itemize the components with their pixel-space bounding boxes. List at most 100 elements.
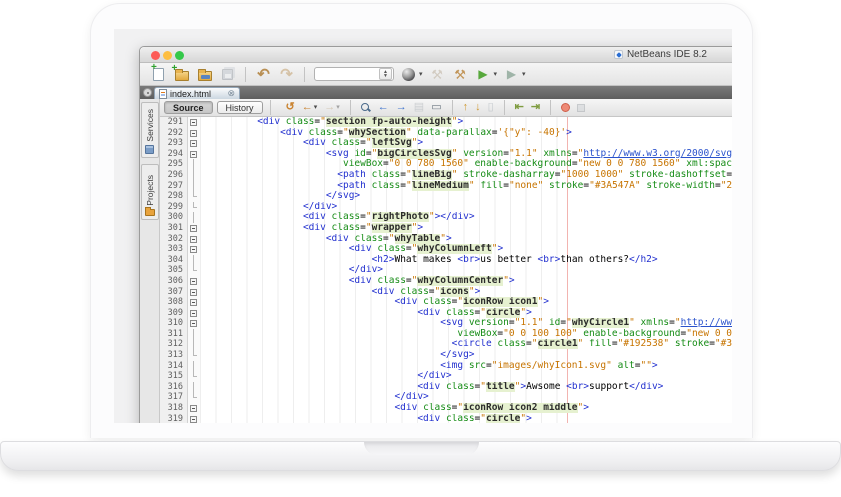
window-titlebar[interactable]: NetBeans IDE 8.2 [140,47,732,63]
chevron-down-icon[interactable]: ▾ [336,104,340,111]
debug-project-icon[interactable] [503,66,520,83]
minimize-window-button[interactable] [163,51,172,60]
back-icon[interactable]: ▾ [302,102,318,113]
new-file-button[interactable] [150,66,167,83]
document-list-button[interactable] [143,88,152,97]
fold-collapse-icon[interactable] [190,416,197,423]
fold-margin[interactable] [188,234,200,245]
build-project-icon[interactable] [429,66,446,83]
fold-margin[interactable] [188,223,200,234]
code-line-301: 301<div class="wrapper"> [160,223,732,234]
build-project-button[interactable] [429,66,446,83]
fold-margin[interactable] [188,276,200,287]
code-text: <div class="section fp-auto-height"> [200,117,732,128]
combobox-stepper-icon[interactable]: ▲▼ [379,68,392,80]
debug-project-button[interactable]: ▾ [503,66,526,83]
open-project-icon[interactable] [196,66,213,83]
configuration-combobox[interactable]: ▲▼ [314,67,394,81]
close-icon[interactable]: ⊗ [227,89,235,98]
browser-select-button[interactable]: ▾ [400,66,423,83]
laptop-screen: NetBeans IDE 8.2 ▲▼ ▾ ▾ ▾ index.html ⊗ Serv… [114,29,732,423]
fold-collapse-icon[interactable] [190,236,197,243]
fold-collapse-icon[interactable] [190,299,197,306]
fold-collapse-icon[interactable] [190,278,197,285]
toolbar-separator [350,100,351,115]
fold-margin[interactable] [188,414,200,423]
fold-collapse-icon[interactable] [190,405,197,412]
fold-collapse-icon[interactable] [190,246,197,253]
fold-margin[interactable] [188,287,200,298]
fold-margin[interactable] [188,318,200,329]
clean-build-project-icon[interactable] [452,66,469,83]
fold-collapse-icon[interactable] [190,151,197,158]
save-all-button[interactable] [219,66,236,83]
code-editor[interactable]: 291<div class="section fp-auto-height">2… [160,117,732,423]
save-all-icon[interactable] [219,66,236,83]
toggle-highlight-search-icon[interactable] [414,102,424,113]
code-text: <img src="images/whyIcon1.svg" alt=""> [200,361,732,372]
fold-collapse-icon[interactable] [190,320,197,327]
browser-select-icon[interactable] [400,66,417,83]
run-project-icon[interactable] [475,66,492,83]
chevron-down-icon[interactable]: ▾ [522,70,526,78]
fold-margin [188,329,200,340]
close-window-button[interactable] [151,51,160,60]
fold-margin[interactable] [188,117,200,128]
code-line-305: 305</div> [160,265,732,276]
redo-icon[interactable] [278,66,295,83]
fold-margin[interactable] [188,244,200,255]
toggle-bookmark-icon[interactable] [488,102,494,113]
fold-margin[interactable] [188,149,200,160]
forward-icon[interactable]: ▾ [324,102,340,113]
fold-margin[interactable] [188,308,200,319]
code-text: <div class="iconRow icon1"> [200,297,732,308]
dock-tab-projects[interactable]: Projects [141,164,159,220]
find-selection-icon[interactable] [361,103,371,113]
fold-collapse-icon[interactable] [190,130,197,137]
find-next-occurrence-icon[interactable] [396,102,407,113]
fold-collapse-icon[interactable] [190,289,197,296]
zoom-window-button[interactable] [175,51,184,60]
dock-tab-services[interactable]: Services [141,102,159,158]
shift-line-left-icon[interactable] [515,102,524,113]
undo-icon[interactable] [255,66,272,83]
shift-line-right-icon[interactable] [531,102,540,113]
fold-margin[interactable] [188,138,200,149]
code-line-307: 307<div class="icons"> [160,287,732,298]
fold-collapse-icon[interactable] [190,225,197,232]
fold-collapse-icon[interactable] [190,310,197,317]
code-text: viewBox="0 0 100 100" enable-background=… [200,329,732,340]
next-bookmark-icon[interactable] [475,102,481,113]
fold-collapse-icon[interactable] [190,119,197,126]
open-project-button[interactable] [196,66,213,83]
main-toolbar: ▲▼ ▾ ▾ ▾ [140,63,732,86]
new-project-button[interactable] [173,66,190,83]
start-macro-recording-icon[interactable] [561,103,570,112]
tab-index-html[interactable]: index.html ⊗ [154,87,240,99]
line-number: 292 [160,128,188,139]
chevron-down-icon[interactable]: ▾ [314,104,318,111]
stop-macro-recording-icon[interactable] [577,104,585,112]
history-view-button[interactable]: History [217,101,263,114]
rectangular-selection-icon[interactable] [431,102,441,113]
previous-bookmark-icon[interactable] [463,102,469,113]
find-previous-occurrence-icon[interactable] [378,102,389,113]
fold-collapse-icon[interactable] [190,140,197,147]
fold-margin[interactable] [188,403,200,414]
fold-margin[interactable] [188,128,200,139]
line-number: 319 [160,414,188,423]
last-edit-location-icon[interactable] [286,102,295,113]
chevron-down-icon[interactable]: ▾ [494,70,498,78]
clean-build-project-button[interactable] [452,66,469,83]
undo-button[interactable] [255,66,272,83]
fold-margin[interactable] [188,297,200,308]
chevron-down-icon[interactable]: ▾ [419,70,423,78]
code-text: <div class="circle"> [200,414,732,423]
run-project-button[interactable]: ▾ [475,66,498,83]
line-number: 314 [160,361,188,372]
new-file-icon[interactable] [150,66,167,83]
source-view-button[interactable]: Source [164,101,213,114]
redo-button[interactable] [278,66,295,83]
new-project-icon[interactable] [173,66,190,83]
tab-label: index.html [170,89,211,99]
